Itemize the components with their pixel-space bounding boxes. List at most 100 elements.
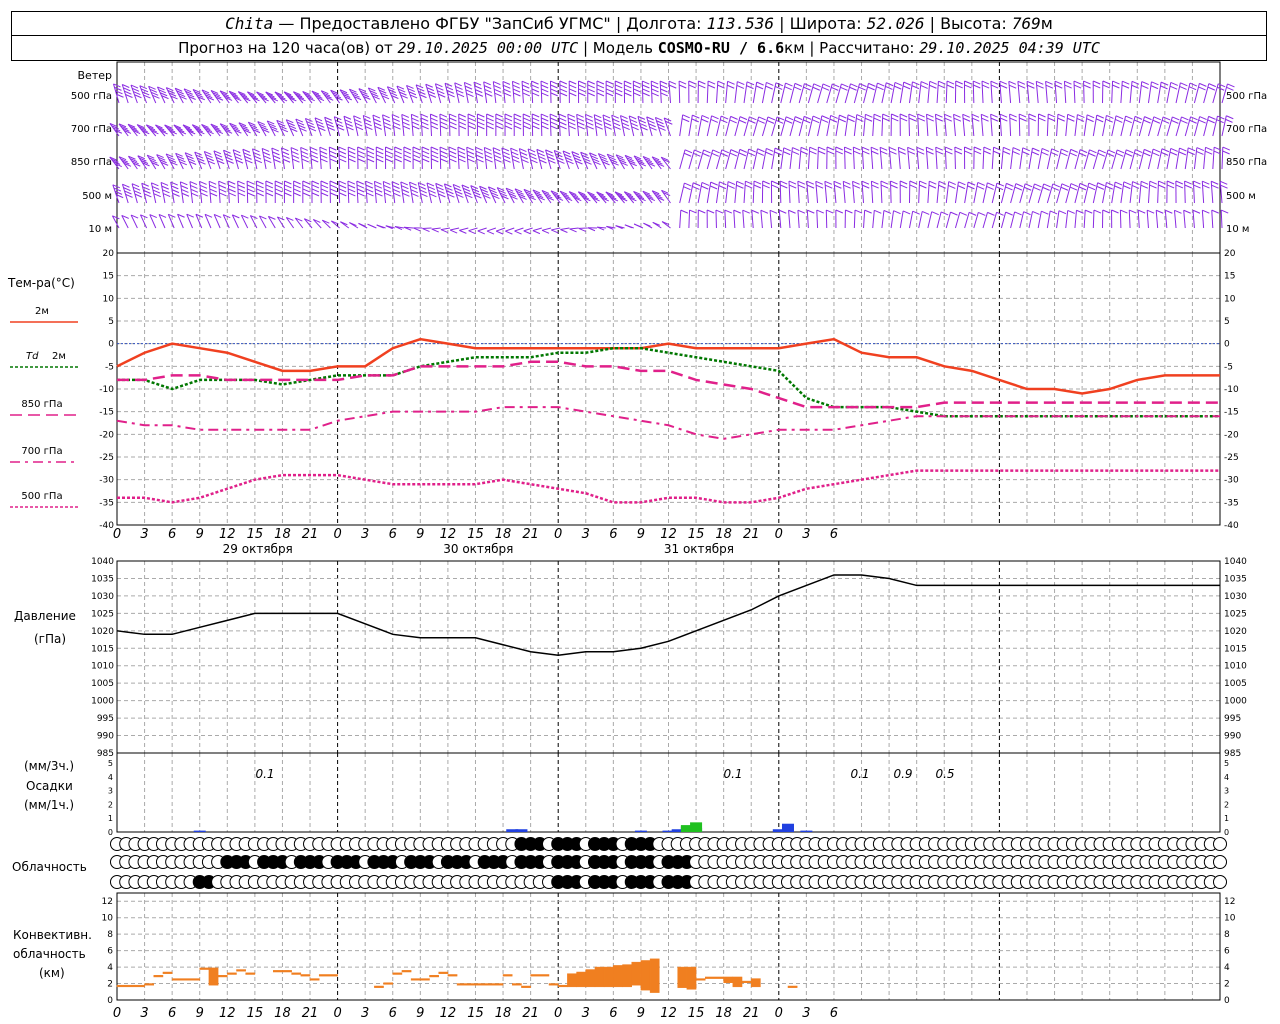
wind-barb-feather [265, 180, 274, 185]
conv-bar [548, 983, 559, 986]
wind-barb-feather [775, 119, 784, 124]
wind-barb-feather [847, 114, 856, 119]
wind-barb-feather [889, 146, 897, 151]
wind-barb-feather [1067, 113, 1075, 118]
wind-barb-feather [510, 147, 518, 152]
wind-barb-feather [832, 83, 840, 88]
wind-barb [1138, 81, 1143, 104]
wind-barb [309, 147, 313, 170]
wind-barb-feather [762, 180, 770, 185]
wind-barb-feather [1060, 152, 1068, 157]
conv-time-tick: 21 [522, 1006, 539, 1021]
conv-time-tick: 15 [467, 1006, 484, 1021]
conv-bar [429, 975, 439, 978]
wind-barb-feather [502, 155, 511, 159]
wind-barb-feather [774, 151, 782, 156]
conv-bar [410, 978, 430, 981]
wind-barb-feather [843, 184, 851, 189]
wind-barb-feather [1150, 85, 1159, 90]
wind-barb [439, 114, 442, 137]
wind-barb-feather [651, 80, 659, 85]
wind-barb-feather [311, 158, 319, 163]
wind-barb [218, 181, 221, 204]
wind-barb-feather [1161, 148, 1170, 153]
wind-barb-feather [721, 149, 730, 154]
wind-barb-feather [440, 150, 448, 155]
wind-barb-feather [228, 184, 236, 189]
conv-time-tick: 18 [274, 1006, 291, 1021]
wind-level-label: 500 м [82, 191, 112, 202]
wind-barb-feather [1089, 149, 1097, 154]
wind-barb-feather [301, 158, 310, 163]
wind-barb-feather [513, 113, 522, 118]
wind-barb [1155, 210, 1159, 229]
wind-barb-feather [219, 192, 227, 197]
wind-barb-feather [1096, 114, 1104, 119]
wind-barb [870, 181, 874, 204]
wind-barb-feather [247, 184, 255, 189]
wind-barb-feather [643, 222, 651, 227]
temp-time-tick: 15 [688, 527, 705, 542]
wind-barb [934, 114, 938, 137]
wind-barb-feather [513, 92, 521, 97]
wind-barb [170, 182, 175, 204]
wind-barb [475, 147, 478, 170]
wind-barb-feather [1038, 113, 1046, 118]
wind-barb-feather [1019, 117, 1027, 122]
wind-barb-feather [578, 88, 586, 93]
conv-time-tick: 6 [168, 1006, 176, 1021]
wind-barb-feather [917, 117, 926, 122]
wind-level-label: 10 м [89, 224, 112, 235]
wind-barb-feather [1196, 150, 1204, 155]
wind-barb-feather [464, 81, 472, 86]
wind-barb [1111, 81, 1114, 104]
wind-barb-feather [684, 149, 693, 154]
wind-barb [1220, 210, 1223, 229]
wind-barb [734, 81, 738, 104]
wind-barb-feather [1121, 84, 1130, 89]
wind-barb-feather [161, 185, 169, 190]
wind-barb [549, 81, 552, 104]
wind-barb-feather [1141, 81, 1149, 86]
temp-time-tick: 3 [361, 527, 369, 542]
wind-barb-feather [392, 188, 401, 193]
conv-bar [750, 978, 761, 988]
wind-barb-feather [987, 182, 995, 187]
wind-barb-feather [977, 181, 985, 186]
wind-barb-feather [849, 86, 857, 91]
wind-barb [697, 115, 703, 137]
wind-barb-feather [746, 81, 755, 86]
temp-ytick-right: -25 [1224, 453, 1239, 463]
wind-barb-feather [898, 146, 906, 151]
wind-barb-feather [1180, 82, 1188, 87]
wind-barb-feather [833, 180, 842, 185]
wind-barb-feather [430, 117, 438, 122]
wind-barb-feather [1064, 84, 1072, 89]
conv-ytick-left: 0 [107, 996, 113, 1006]
wind-barb-feather [365, 184, 374, 189]
wind-barb-feather [464, 85, 473, 90]
wind-barb [852, 147, 855, 170]
wind-barb-feather [265, 184, 274, 189]
wind-barb [347, 181, 350, 204]
wind-barb-feather [421, 154, 430, 159]
wind-barb [463, 82, 469, 104]
wind-barb [150, 182, 157, 204]
wind-barb [1065, 149, 1072, 170]
wind-barb-feather [494, 158, 502, 163]
wind-barb-feather [1067, 117, 1075, 122]
pressure-ytick-right: 1010 [1224, 662, 1247, 672]
wind-barb-feather [541, 121, 549, 126]
wind-barb-feather [1208, 83, 1217, 88]
wind-barb-feather [893, 210, 901, 215]
wind-barb-feather [385, 158, 393, 163]
wind-barb-feather [430, 146, 439, 151]
wind-barb-feather [1202, 180, 1210, 185]
wind-barb [628, 115, 635, 137]
wind-barb-feather [899, 117, 908, 122]
wind-barb-feather [604, 125, 612, 130]
wind-barb-feather [264, 159, 272, 163]
wind-barb [1019, 147, 1024, 170]
wind-barb-feather [765, 85, 773, 90]
wind-barb-feather [749, 116, 757, 121]
